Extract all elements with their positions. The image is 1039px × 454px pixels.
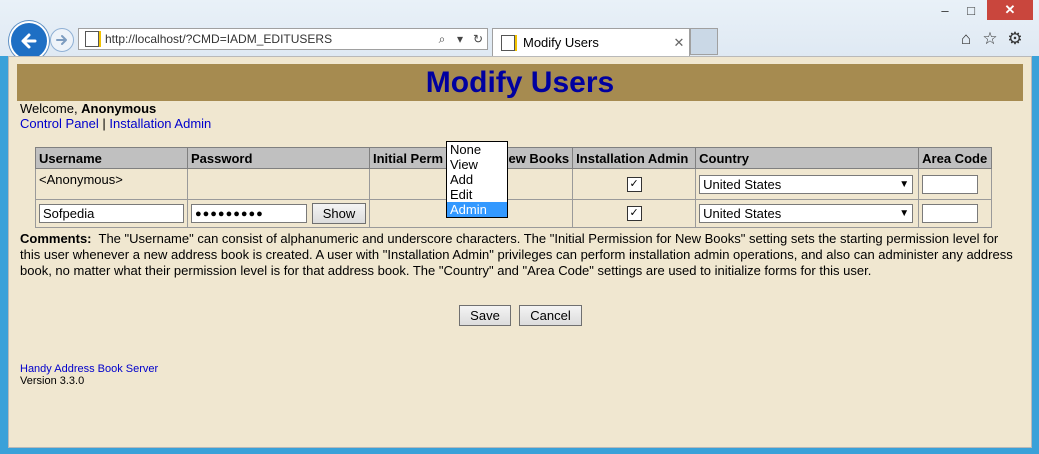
welcome-prefix: Welcome, xyxy=(20,101,82,116)
comments-text: The "Username" can consist of alphanumer… xyxy=(20,231,1013,278)
chevron-down-icon: ▼ xyxy=(899,178,910,190)
welcome-text: Welcome, Anonymous xyxy=(20,101,156,116)
permission-option-add[interactable]: Add xyxy=(447,172,507,187)
permission-option-edit[interactable]: Edit xyxy=(447,187,507,202)
new-tab-button[interactable] xyxy=(690,28,718,55)
nav-links: Control Panel | Installation Admin xyxy=(20,116,211,131)
refresh-icon[interactable]: ↻ xyxy=(469,32,487,46)
col-area-code: Area Code xyxy=(918,147,993,169)
password-group: ●●●●●●●●● Show xyxy=(191,203,366,224)
tab-close-icon[interactable]: ✕ xyxy=(669,35,689,51)
installation-admin-checkbox[interactable]: ✓ xyxy=(626,206,642,221)
username-input[interactable]: Sofpedia xyxy=(39,204,184,223)
password-cell xyxy=(187,168,370,200)
area-code-input[interactable] xyxy=(922,174,979,194)
search-icon[interactable]: ⌕ xyxy=(433,32,451,47)
col-username: Username xyxy=(35,147,188,169)
password-cell: ●●●●●●●●● Show xyxy=(187,199,370,228)
control-panel-link[interactable]: Control Panel xyxy=(20,116,99,131)
forward-arrow-icon xyxy=(56,35,67,45)
cancel-button[interactable]: Cancel xyxy=(519,305,582,326)
page-header: Modify Users xyxy=(17,64,1023,101)
country-select[interactable]: United States ▼ xyxy=(699,174,914,194)
show-password-button[interactable]: Show xyxy=(312,203,366,224)
country-value: United States xyxy=(703,176,782,192)
installation-admin-checkbox[interactable]: ✓ xyxy=(626,176,642,192)
installation-admin-cell: ✓ xyxy=(572,168,697,200)
permission-option-view[interactable]: View xyxy=(447,157,507,172)
maximize-button[interactable]: □ xyxy=(960,0,982,20)
gear-icon[interactable]: ⚙ xyxy=(1004,28,1026,50)
back-arrow-icon xyxy=(21,33,37,49)
country-value: United States xyxy=(703,206,782,221)
product-link[interactable]: Handy Address Book Server xyxy=(20,363,158,375)
permission-dropdown-list[interactable]: None View Add Edit Admin xyxy=(446,141,508,218)
back-button[interactable] xyxy=(9,21,49,61)
welcome-user: Anonymous xyxy=(81,101,157,116)
address-text[interactable]: http://localhost/?CMD=IADM_EDITUSERS xyxy=(105,32,433,46)
minimize-button[interactable]: – xyxy=(935,0,955,20)
permission-option-admin[interactable]: Admin xyxy=(447,202,507,217)
col-installation-admin: Installation Admin xyxy=(572,147,697,169)
dropdown-arrow-icon[interactable]: ▾ xyxy=(451,32,469,46)
country-cell: United States ▼ xyxy=(695,168,920,200)
users-table: Username Password Initial Perm New Books … xyxy=(35,147,993,228)
col-country: Country xyxy=(695,147,920,169)
installation-admin-cell: ✓ xyxy=(572,199,697,228)
area-code-input[interactable] xyxy=(922,204,979,223)
save-button[interactable]: Save xyxy=(459,305,511,326)
country-select[interactable]: United States ▼ xyxy=(699,204,914,223)
country-cell: United States ▼ xyxy=(695,199,920,228)
username-cell: <Anonymous> xyxy=(35,168,188,200)
area-code-cell xyxy=(918,199,993,228)
tab-title: Modify Users xyxy=(523,35,599,50)
link-separator: | xyxy=(98,116,110,131)
col-password: Password xyxy=(187,147,370,169)
star-icon[interactable]: ☆ xyxy=(979,28,1001,50)
username-cell: Sofpedia xyxy=(35,199,188,228)
version-text: Version 3.3.0 xyxy=(20,375,85,387)
col-initial-perm-label: Initial Perm xyxy=(373,150,444,166)
permission-option-none[interactable]: None xyxy=(447,142,507,157)
table-row: <Anonymous> ✓ United States ▼ xyxy=(35,168,993,200)
page-content: Modify Users Welcome, Anonymous Control … xyxy=(8,56,1032,448)
address-bar[interactable]: http://localhost/?CMD=IADM_EDITUSERS ⌕ ▾… xyxy=(78,28,488,50)
comments-label: Comments: xyxy=(20,231,92,246)
installation-admin-link[interactable]: Installation Admin xyxy=(109,116,211,131)
area-code-cell xyxy=(918,168,993,200)
tab-modify-users[interactable]: Modify Users ✕ xyxy=(492,28,690,56)
page-title: Modify Users xyxy=(425,65,615,99)
password-input[interactable]: ●●●●●●●●● xyxy=(191,204,307,223)
close-button[interactable]: ✕ xyxy=(987,0,1033,20)
forward-button[interactable] xyxy=(50,28,74,52)
table-header-row: Username Password Initial Perm New Books … xyxy=(35,147,993,169)
tab-favicon-icon xyxy=(501,34,515,51)
comments-block: Comments: The "Username" can consist of … xyxy=(20,231,1020,279)
page-favicon-icon xyxy=(85,31,99,47)
browser-chrome: http://localhost/?CMD=IADM_EDITUSERS ⌕ ▾… xyxy=(0,0,1039,61)
table-row: Sofpedia ●●●●●●●●● Show ✓ United States … xyxy=(35,199,993,228)
home-icon[interactable]: ⌂ xyxy=(955,28,977,50)
chevron-down-icon: ▼ xyxy=(899,208,910,219)
col-new-books-label: New Books xyxy=(499,150,570,166)
